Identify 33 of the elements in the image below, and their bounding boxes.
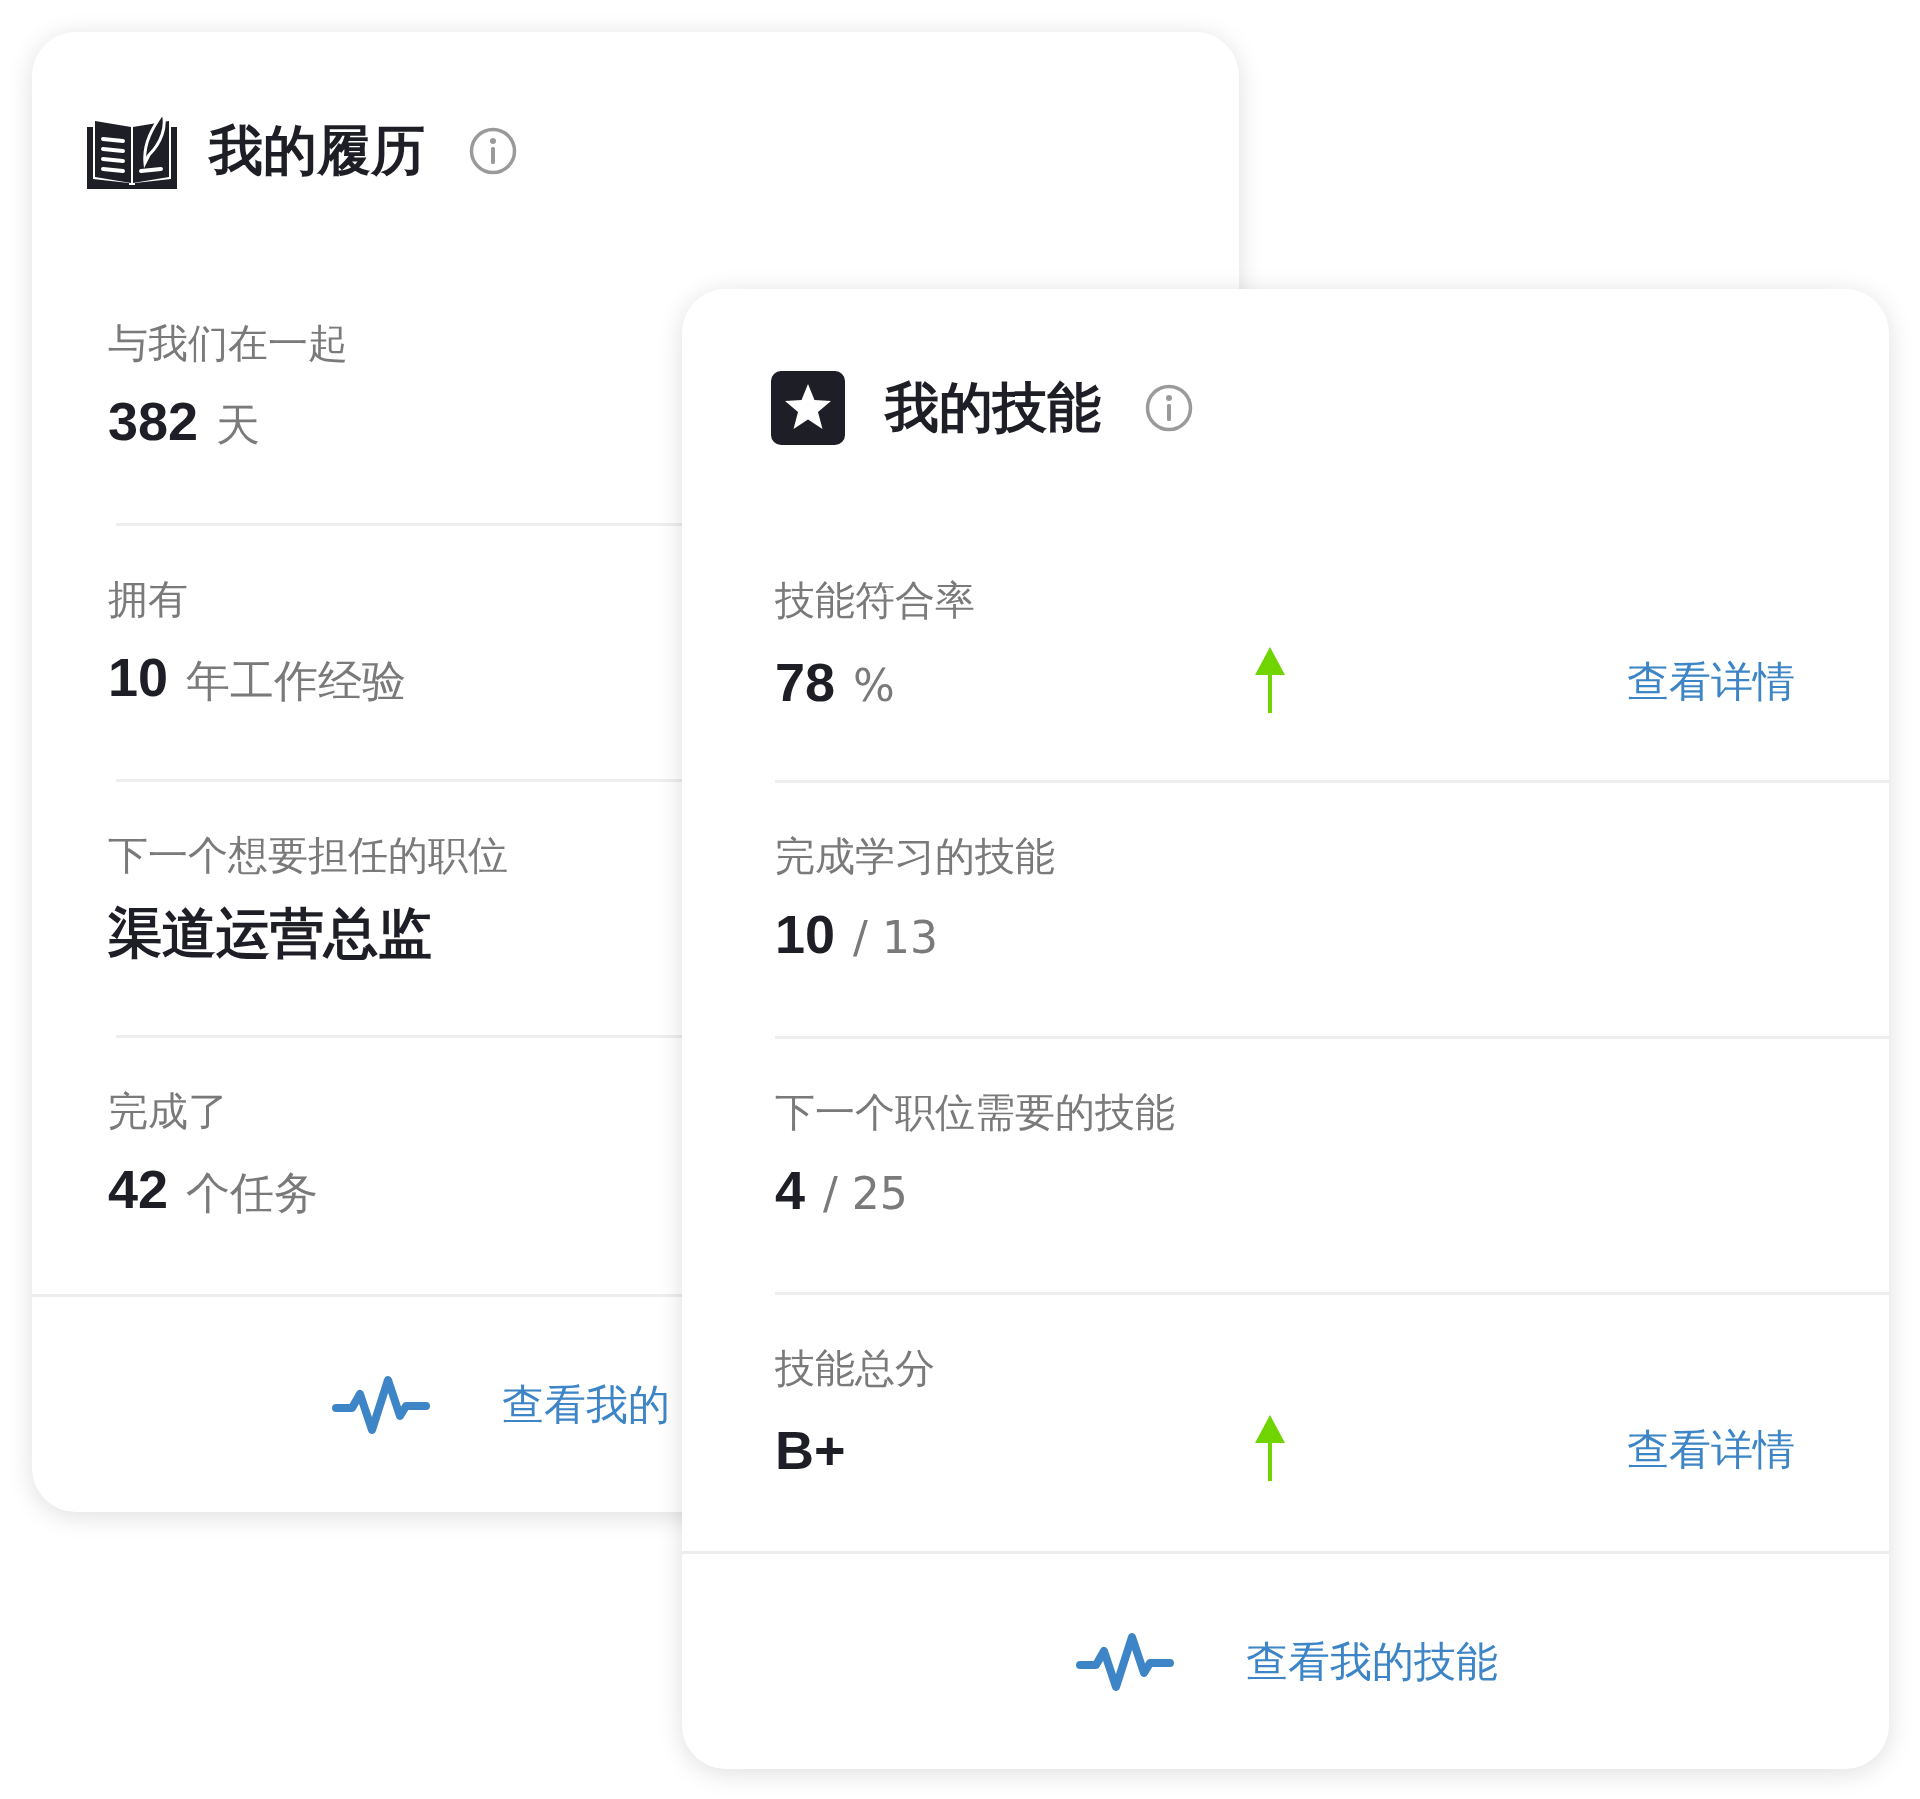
view-skills-link[interactable]: 查看我的 (502, 1376, 670, 1433)
details-link[interactable]: 查看详情 (1627, 1422, 1795, 1478)
pulse-icon (332, 1373, 430, 1436)
stat-value: 10 (108, 646, 169, 708)
pulse-icon (1076, 1630, 1174, 1693)
stat-unit: % (853, 660, 895, 711)
stat-label: 拥有 (108, 575, 188, 624)
stat-label: 下一个想要担任的职位 (108, 831, 508, 880)
stat-value: 4 (775, 1159, 806, 1221)
stat-value: 10 (775, 903, 836, 965)
stat-label: 完成了 (108, 1087, 228, 1136)
stat-label: 完成学习的技能 (775, 832, 1055, 881)
stat-value: 渠道运营总监 (108, 902, 432, 964)
book-icon (87, 113, 177, 189)
stat-unit: 个任务 (186, 1166, 319, 1220)
stat-unit: 天 (216, 398, 261, 452)
stat-label: 技能符合率 (775, 576, 975, 625)
card-title: 我的技能 (885, 374, 1101, 441)
stat-label: 技能总分 (775, 1344, 935, 1393)
stat-value: 382 (108, 390, 199, 452)
card-title: 我的履历 (209, 117, 425, 184)
stat-value: 42 (108, 1158, 169, 1220)
stat-value: B+ (775, 1419, 846, 1481)
stat-label: 下一个职位需要的技能 (775, 1088, 1175, 1137)
stat-unit: / 13 (853, 912, 938, 963)
stat-unit: / 25 (823, 1168, 908, 1219)
info-icon[interactable] (1145, 384, 1193, 432)
details-link[interactable]: 查看详情 (1627, 654, 1795, 710)
view-skills-link[interactable]: 查看我的技能 (1246, 1633, 1498, 1690)
info-icon[interactable] (469, 127, 517, 175)
stat-label: 与我们在一起 (108, 319, 348, 368)
stat-unit: 年工作经验 (186, 654, 407, 708)
stat-value: 78 (775, 651, 836, 713)
